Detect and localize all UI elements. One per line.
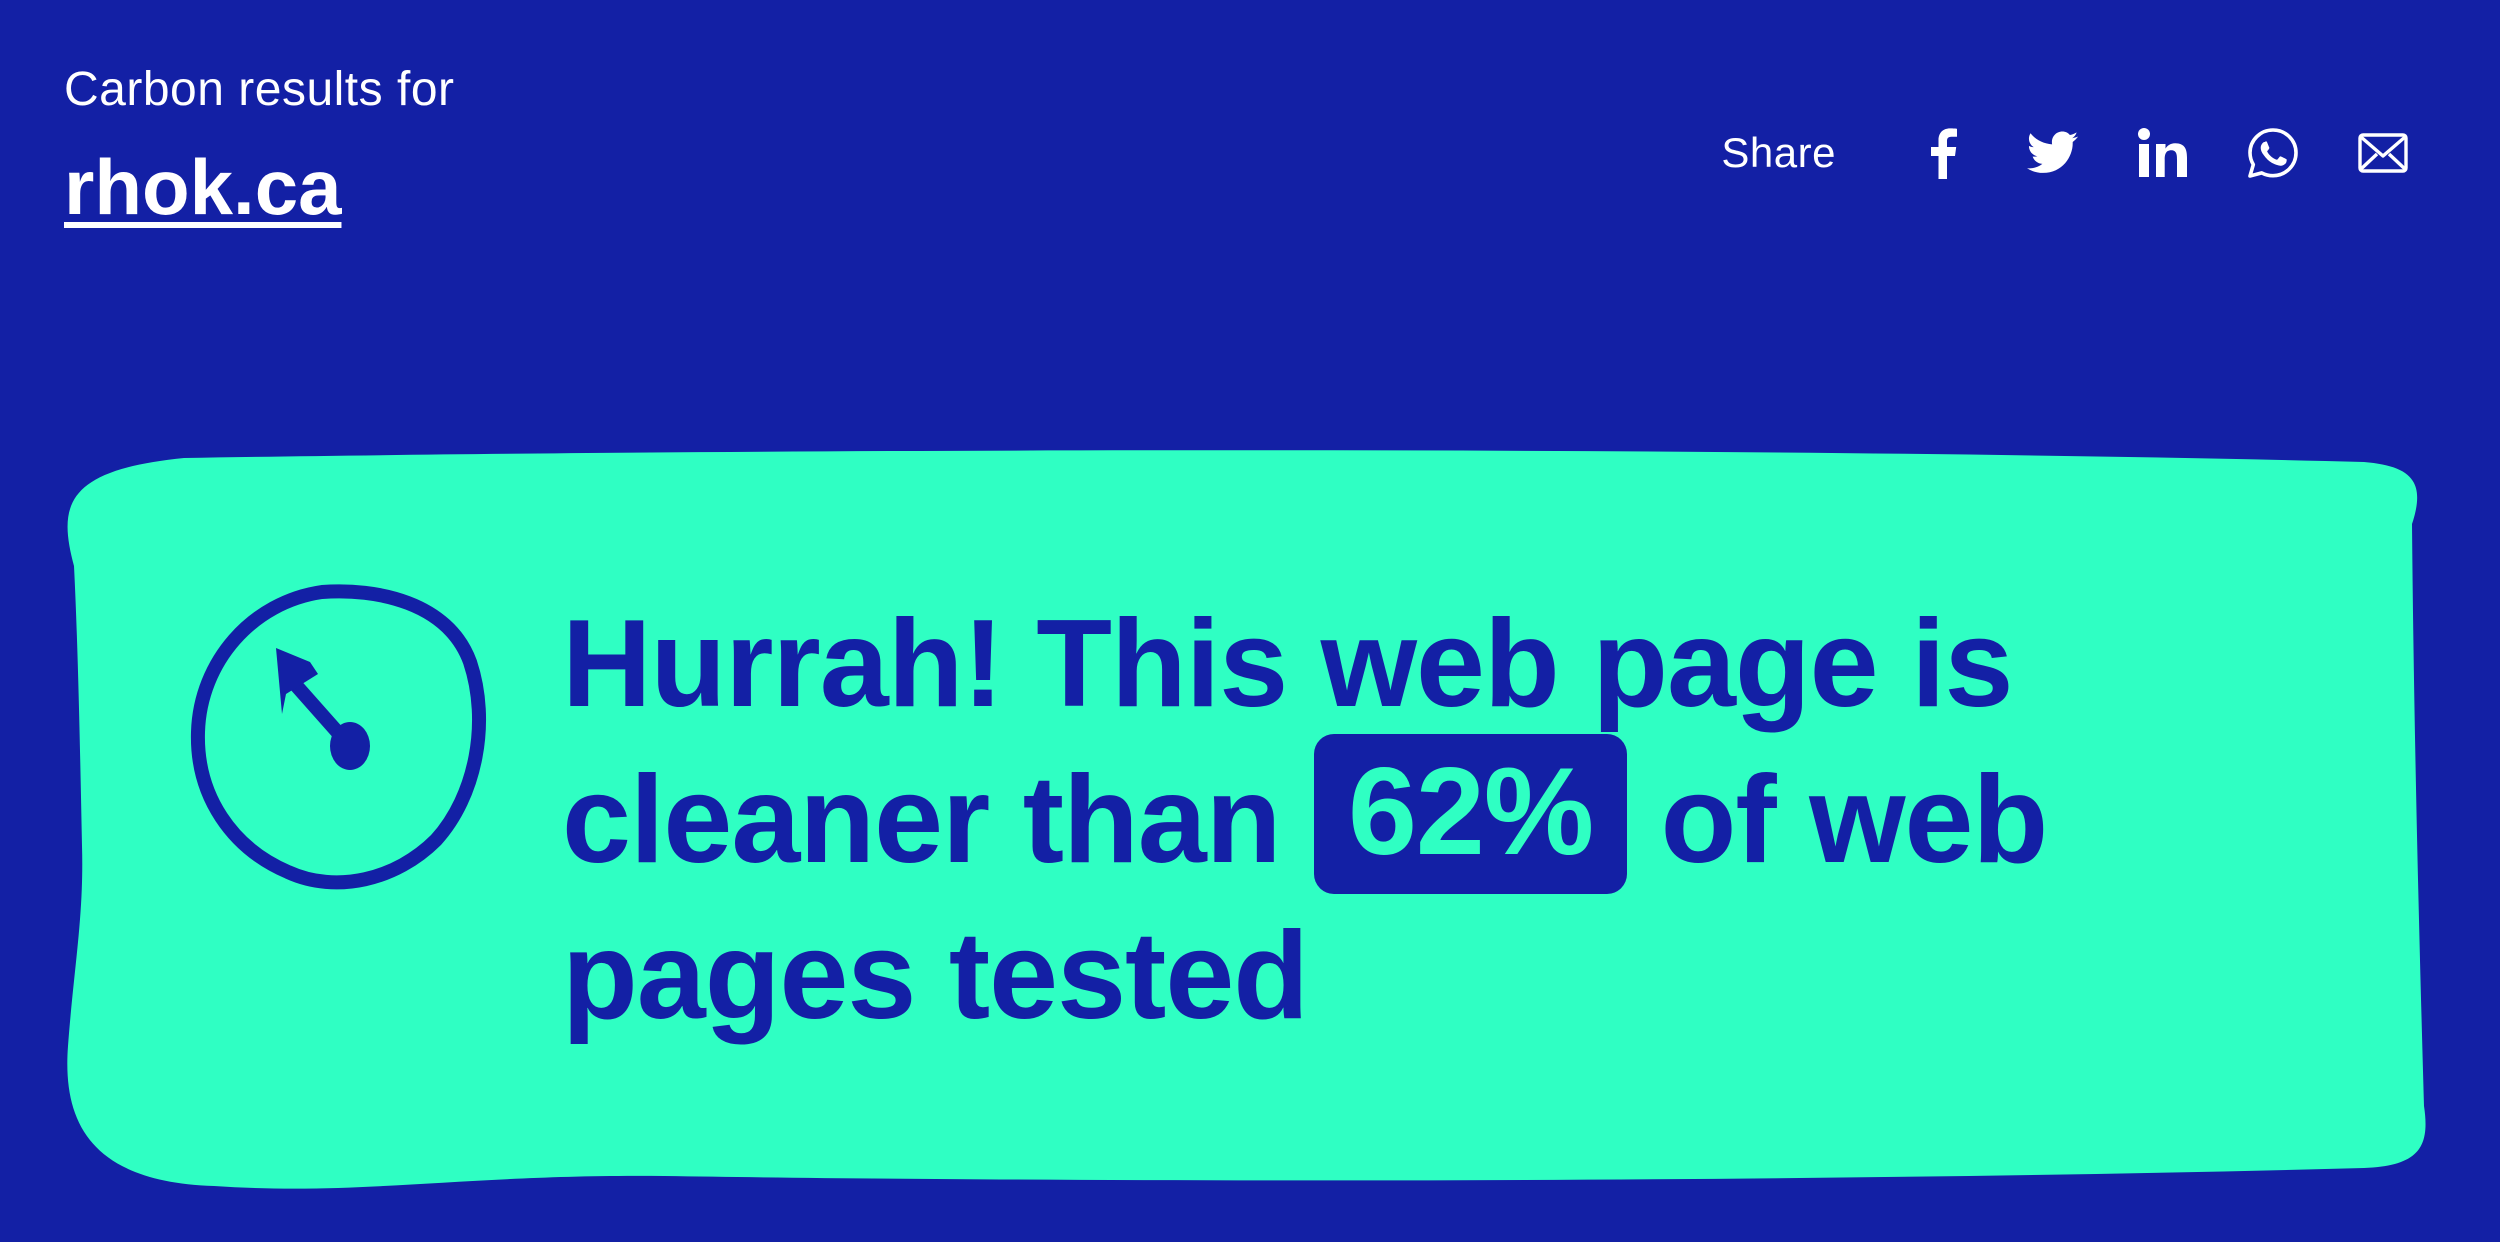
- twitter-icon[interactable]: [2022, 122, 2084, 184]
- page-subtitle: Carbon results for: [64, 63, 455, 116]
- share-label: Share: [1721, 129, 1836, 176]
- linkedin-icon[interactable]: [2132, 122, 2194, 184]
- email-icon[interactable]: [2352, 122, 2414, 184]
- gauge-icon: [190, 584, 486, 890]
- result-headline: Hurrah! This web page is cleaner than 62…: [562, 586, 2162, 1054]
- whatsapp-icon[interactable]: [2242, 122, 2304, 184]
- facebook-icon[interactable]: [1912, 122, 1974, 184]
- results-header: Carbon results for rhok.ca: [64, 60, 455, 232]
- percent-badge: 62%: [1313, 734, 1628, 894]
- result-card: Hurrah! This web page is cleaner than 62…: [64, 446, 2426, 1196]
- share-bar: Share: [1721, 122, 2414, 184]
- site-link[interactable]: rhok.ca: [64, 142, 341, 232]
